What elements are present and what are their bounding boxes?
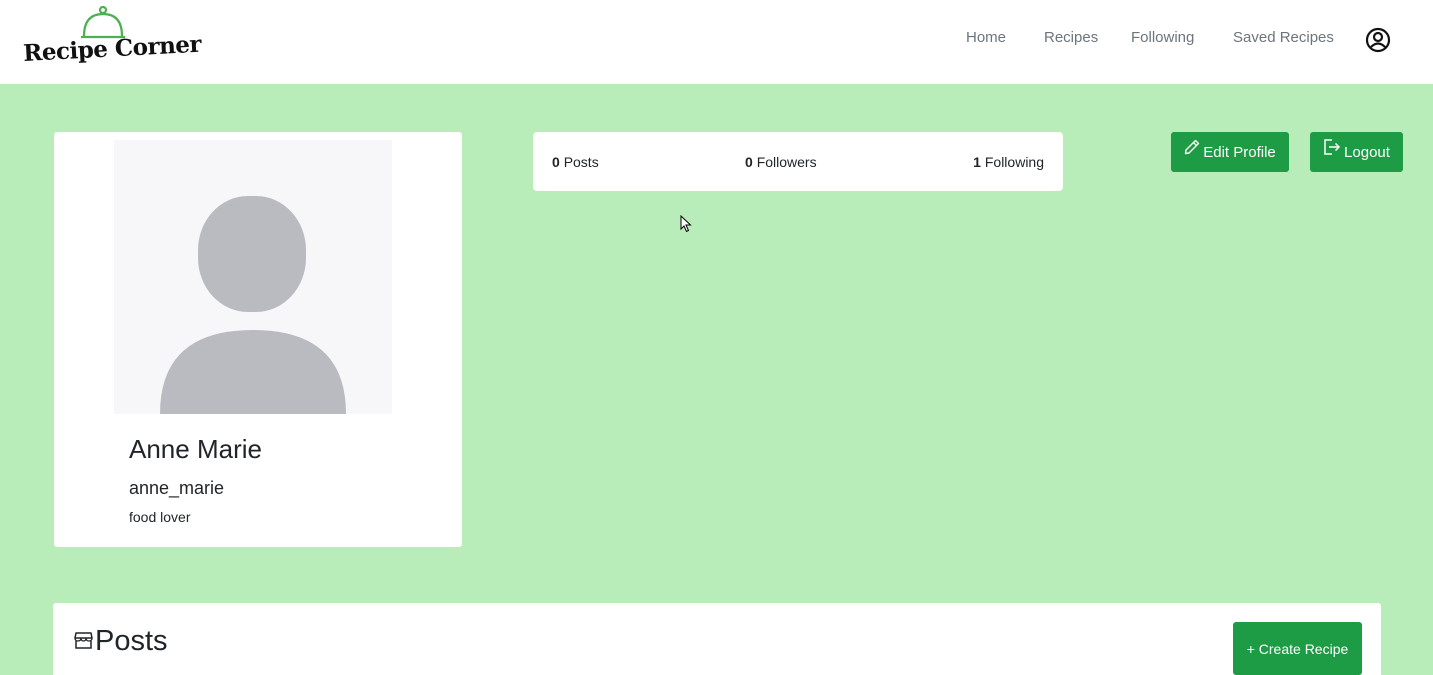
posts-label: Posts: [563, 154, 599, 170]
followers-count: 0: [745, 154, 753, 170]
logout-label: Logout: [1344, 143, 1390, 161]
navbar: Recipe Corner Home Recipes Following Sav…: [0, 0, 1433, 84]
profile-username: anne_marie: [129, 478, 225, 498]
storefront-icon: [74, 632, 93, 654]
default-avatar-icon: [114, 140, 392, 414]
logout-button[interactable]: Logout: [1310, 132, 1403, 172]
nav-saved-recipes-link[interactable]: Saved Recipes: [1233, 29, 1334, 46]
brand-logo[interactable]: Recipe Corner: [23, 5, 202, 76]
nav-recipes-link[interactable]: Recipes: [1044, 29, 1098, 46]
posts-count: 0: [552, 154, 560, 170]
nav-following-link[interactable]: Following: [1131, 29, 1194, 46]
edit-profile-label: Edit Profile: [1203, 143, 1276, 161]
profile-bio: food lover: [129, 509, 191, 525]
stat-followers[interactable]: 0 Followers: [745, 154, 817, 170]
profile-name: Anne Marie: [129, 434, 262, 464]
user-circle-icon[interactable]: [1365, 27, 1391, 53]
profile-card: Anne Marie anne_marie food lover: [54, 132, 462, 547]
mouse-cursor-icon: [680, 214, 692, 238]
following-count: 1: [973, 154, 981, 170]
posts-heading: Posts: [95, 625, 168, 657]
edit-profile-button[interactable]: Edit Profile: [1171, 132, 1289, 172]
pencil-icon: [1184, 139, 1200, 159]
following-label: Following: [984, 154, 1044, 170]
stats-card: 0 Posts 0 Followers 1 Following: [533, 132, 1063, 191]
brand-name: Recipe Corner: [22, 30, 202, 67]
stat-posts[interactable]: 0 Posts: [552, 154, 599, 170]
create-recipe-button[interactable]: + Create Recipe: [1233, 622, 1362, 675]
posts-section: Posts + Create Recipe: [53, 603, 1381, 675]
logout-icon: [1323, 138, 1341, 160]
nav-home-link[interactable]: Home: [966, 29, 1006, 46]
stat-following[interactable]: 1 Following: [973, 154, 1044, 170]
followers-label: Followers: [756, 154, 817, 170]
